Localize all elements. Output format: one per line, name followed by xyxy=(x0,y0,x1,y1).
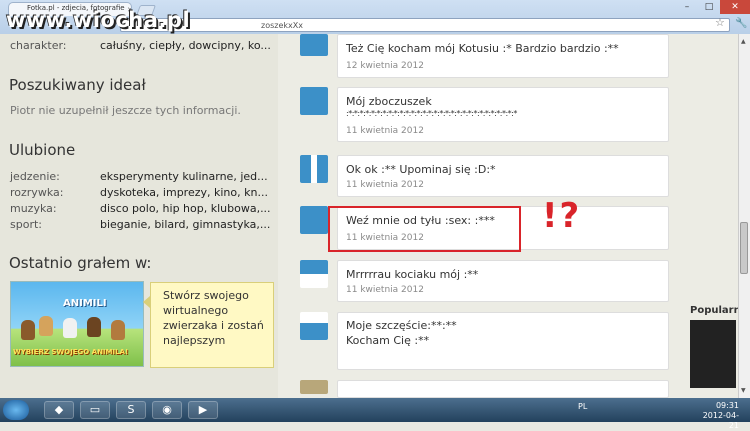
scrollbar[interactable] xyxy=(738,34,750,398)
dog-figure xyxy=(21,320,35,340)
message-card xyxy=(337,380,669,398)
address-text: zoszekxXx xyxy=(261,21,303,30)
dog-figure xyxy=(87,317,101,337)
chrome-icon[interactable]: ◉ xyxy=(152,401,182,419)
message-date: 11 kwietnia 2012 xyxy=(346,126,424,136)
red-highlight-box xyxy=(328,206,521,252)
address-bar[interactable]: zoszekxXx xyxy=(120,18,730,32)
message-date: 11 kwietnia 2012 xyxy=(346,285,424,295)
avatar[interactable] xyxy=(300,34,328,56)
fav-label-fun: rozrywka: xyxy=(10,186,64,199)
fav-label-music: muzyka: xyxy=(10,202,57,215)
message-card: Moje szczęście:**:** Kocham Cię :** xyxy=(337,312,669,370)
message-text: Moje szczęście:**:** xyxy=(346,319,457,332)
message-date: 12 kwietnia 2012 xyxy=(346,61,424,71)
message-text-extra: :*:*:*:*:*:*:*:*:*:*:*:*:*:*:*:*:*:*:*:*… xyxy=(346,109,517,118)
callout-arrow xyxy=(143,296,150,308)
game-thumbnail[interactable]: ANIMILI WYBIERZ SWOJEGO ANIMILA! xyxy=(10,281,144,367)
maximize-button[interactable]: □ xyxy=(698,0,720,14)
side-thumbnail[interactable] xyxy=(690,320,736,388)
scroll-up-icon[interactable]: ▲ xyxy=(741,38,746,45)
taskbar xyxy=(0,398,750,422)
ideal-text: Piotr nie uzupełnił jeszcze tych informa… xyxy=(10,104,241,117)
charakter-label: charakter: xyxy=(10,39,67,52)
message-text: Też Cię kocham mój Kotusiu :* Bardzio ba… xyxy=(346,42,619,55)
scroll-thumb[interactable] xyxy=(740,222,748,274)
last-played-heading: Ostatnio grałem w: xyxy=(9,254,152,272)
avatar[interactable] xyxy=(300,206,328,234)
favorites-heading: Ulubione xyxy=(9,141,76,159)
game-callout[interactable]: Stwórz swojego wirtualnego zwierzaka i z… xyxy=(150,282,274,368)
dog-figure xyxy=(111,320,125,340)
game-banner: WYBIERZ SWOJEGO ANIMILA! xyxy=(13,348,129,356)
bookmark-star-icon[interactable]: ☆ xyxy=(715,16,725,29)
close-window-button[interactable]: ✕ xyxy=(720,0,750,14)
minimize-button[interactable]: – xyxy=(676,0,698,14)
message-text: Mój zboczuszek xyxy=(346,95,432,108)
avatar[interactable] xyxy=(300,87,328,115)
folder-icon[interactable]: ▭ xyxy=(80,401,110,419)
fav-value-music: disco polo, hip hop, klubowa,... xyxy=(100,202,271,215)
start-button[interactable] xyxy=(3,400,29,420)
fav-label-sport: sport: xyxy=(10,218,42,231)
message-text: Mrrrrrau kociaku mój :** xyxy=(346,268,479,281)
message-card: Też Cię kocham mój Kotusiu :* Bardzio ba… xyxy=(337,34,669,78)
watermark: www.wiocha.pl xyxy=(6,8,191,32)
fav-value-food: eksperymenty kulinarne, jed... xyxy=(100,170,268,183)
avatar[interactable] xyxy=(300,312,328,340)
avatar[interactable] xyxy=(300,260,328,288)
clock-time: 09:31 xyxy=(715,401,739,410)
message-card: Mój zboczuszek :*:*:*:*:*:*:*:*:*:*:*:*:… xyxy=(337,87,669,142)
tray-language[interactable]: PL xyxy=(578,402,587,411)
callout-text: Stwórz swojego wirtualnego zwierzaka i z… xyxy=(163,289,264,347)
game-logo: ANIMILI xyxy=(63,298,107,309)
dog-figure xyxy=(39,316,53,336)
fav-label-food: jedzenie: xyxy=(10,170,60,183)
window-controls: – □ ✕ xyxy=(676,0,750,14)
media-player-icon[interactable]: ▶ xyxy=(188,401,218,419)
winamp-icon[interactable]: ◆ xyxy=(44,401,74,419)
message-text-extra: Kocham Cię :** xyxy=(346,334,430,347)
message-date: 11 kwietnia 2012 xyxy=(346,180,424,190)
annotation-marks: !? xyxy=(542,196,582,236)
taskbar-clock[interactable]: 09:31 2012-04-21 xyxy=(695,401,739,431)
message-card: Mrrrrrau kociaku mój :** 11 kwietnia 201… xyxy=(337,260,669,302)
fav-value-fun: dyskoteka, imprezy, kino, kn... xyxy=(100,186,268,199)
fav-value-sport: bieganie, bilard, gimnastyka,... xyxy=(100,218,271,231)
ideal-heading: Poszukiwany ideał xyxy=(9,76,146,94)
charakter-value: całuśny, ciepły, dowcipny, ko... xyxy=(100,39,271,52)
wrench-icon[interactable]: 🔧 xyxy=(735,18,747,29)
message-text: Ok ok :** Upominaj się :D:* xyxy=(346,163,496,176)
avatar[interactable] xyxy=(300,155,328,183)
message-card: Ok ok :** Upominaj się :D:* 11 kwietnia … xyxy=(337,155,669,197)
clock-date: 2012-04-21 xyxy=(702,411,739,430)
scroll-down-icon[interactable]: ▼ xyxy=(741,387,746,394)
skype-icon[interactable]: S xyxy=(116,401,146,419)
avatar[interactable] xyxy=(300,380,328,394)
dog-figure xyxy=(63,318,77,338)
